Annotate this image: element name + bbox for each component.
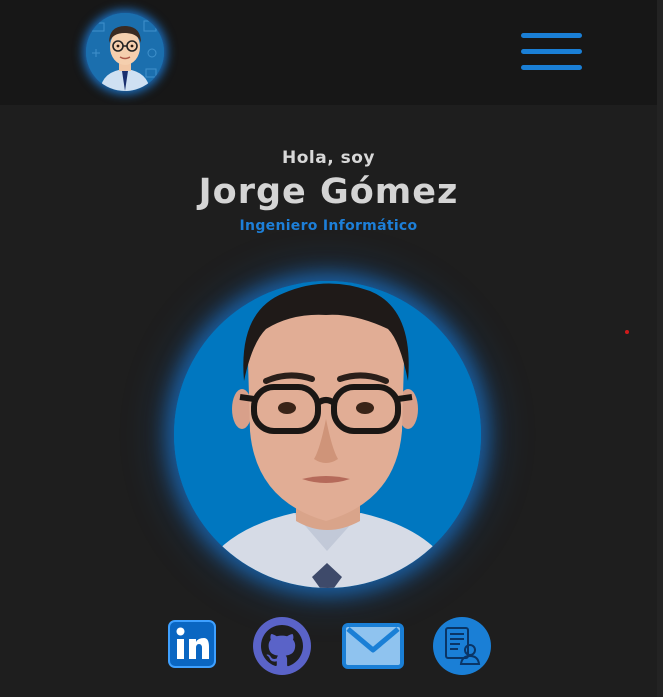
hamburger-menu-icon[interactable]	[521, 33, 582, 73]
mail-icon[interactable]	[341, 620, 405, 672]
menu-line	[521, 65, 582, 70]
menu-line	[521, 33, 582, 38]
resume-icon[interactable]	[432, 616, 492, 676]
greeting-text: Hola, soy	[282, 148, 375, 168]
hero-role: Ingeniero Informático	[239, 218, 418, 234]
menu-line	[521, 49, 582, 54]
avatar-cartoon-icon	[86, 13, 164, 91]
scrollbar-track[interactable]	[657, 0, 663, 697]
status-dot	[625, 330, 629, 334]
page: Hola, soy Jorge Gómez Ingeniero Informát…	[0, 0, 663, 697]
avatar-logo[interactable]	[86, 13, 164, 91]
profile-photo	[174, 281, 481, 588]
portrait-illustration	[174, 281, 481, 588]
hero-name: Jorge Gómez	[198, 172, 459, 212]
linkedin-icon[interactable]	[164, 617, 222, 673]
github-icon[interactable]	[252, 616, 312, 676]
header-bar	[0, 0, 657, 105]
